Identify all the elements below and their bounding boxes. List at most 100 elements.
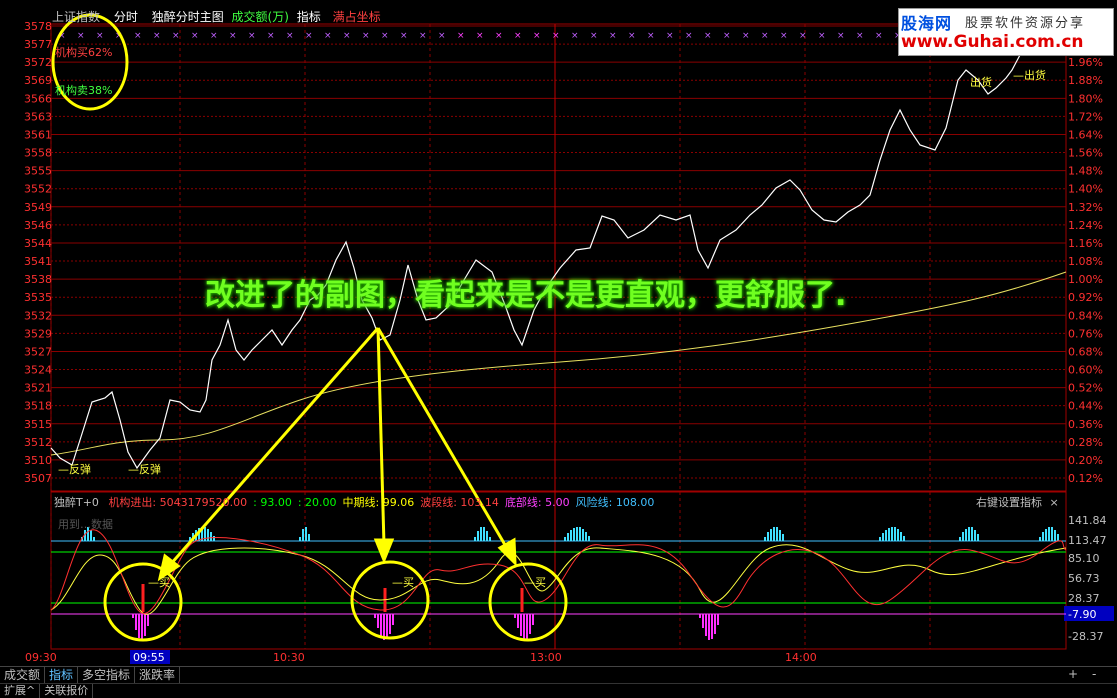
- tab-volume-bottom[interactable]: 成交额: [0, 667, 46, 683]
- x-marker: ×: [476, 31, 484, 41]
- x-marker: ×: [590, 31, 598, 41]
- time-label: 10:30: [273, 651, 305, 664]
- y-tick-right: 0.12%: [1068, 472, 1103, 485]
- y-tick-left: 3558: [24, 147, 52, 160]
- x-marker: ×: [723, 31, 731, 41]
- y-tick-left: 3535: [24, 291, 52, 304]
- y-tick-left: 3552: [24, 183, 52, 196]
- close-indicator-button[interactable]: ×: [1050, 496, 1059, 509]
- y-tick-right: 0.60%: [1068, 364, 1103, 377]
- y-tick-right: 0.84%: [1068, 309, 1103, 322]
- x-marker: ×: [533, 31, 541, 41]
- marker-rebound-1: —反弹: [58, 463, 91, 476]
- y-tick-right: 1.80%: [1068, 92, 1103, 105]
- sub-y-tick: -28.37: [1068, 630, 1103, 643]
- x-marker: ×: [324, 31, 332, 41]
- y-tick-left: 3521: [24, 382, 52, 395]
- x-marker: ×: [875, 31, 883, 41]
- zoom-out-button[interactable]: -: [1092, 667, 1096, 681]
- y-tick-right: 0.68%: [1068, 345, 1103, 358]
- sub-chart-params: 机构进出: 5043179520.00: 93.00: 20.00 中期线: 99…: [108, 496, 660, 509]
- sub-chart-title[interactable]: 独醉T+0: [54, 496, 99, 509]
- sub-chart-settings-hint[interactable]: 右键设置指标 ×: [976, 494, 1059, 510]
- y-tick-right: 0.28%: [1068, 436, 1103, 449]
- y-tick-left: 3578: [24, 20, 52, 33]
- y-tick-left: 3524: [24, 364, 52, 377]
- y-tick-left: 3527: [24, 345, 52, 358]
- tab-timeshare[interactable]: 分时: [114, 10, 138, 24]
- x-marker: ×: [305, 31, 313, 41]
- buy-label-1: —买: [148, 576, 170, 589]
- tab-indicator[interactable]: 指标: [297, 10, 321, 24]
- y-tick-left: 3510: [24, 454, 52, 467]
- x-marker: ×: [818, 31, 826, 41]
- y-tick-right: 0.76%: [1068, 327, 1103, 340]
- x-marker: ×: [210, 31, 218, 41]
- y-tick-left: 3546: [24, 219, 52, 232]
- x-marker: ×: [609, 31, 617, 41]
- x-marker: ×: [495, 31, 503, 41]
- y-tick-right: 1.00%: [1068, 273, 1103, 286]
- y-tick-left: 3555: [24, 165, 52, 178]
- tab-long-short[interactable]: 多空指标: [78, 667, 136, 683]
- related-quotes-button[interactable]: 关联报价: [40, 684, 94, 698]
- x-marker: ×: [742, 31, 750, 41]
- chart-canvas[interactable]: 35782.12%35772.04%35721.96%35691.88%3566…: [0, 0, 1117, 697]
- x-marker: ×: [571, 31, 579, 41]
- y-tick-right: 1.72%: [1068, 110, 1103, 123]
- y-tick-left: 3563: [24, 110, 52, 123]
- y-tick-right: 1.24%: [1068, 219, 1103, 232]
- x-marker: ×: [77, 31, 85, 41]
- guhai-logo: 股海网 股票软件资源分享 www.Guhai.com.cn: [898, 8, 1114, 56]
- time-label: 13:00: [530, 651, 562, 664]
- time-label: 14:00: [785, 651, 817, 664]
- y-tick-left: 3538: [24, 273, 52, 286]
- logo-slogan: 股票软件资源分享: [965, 16, 1086, 31]
- x-marker: ×: [267, 31, 275, 41]
- x-marker: ×: [96, 31, 104, 41]
- tab-main-chart[interactable]: 独醉分时主图: [152, 10, 224, 24]
- y-tick-right: 1.32%: [1068, 201, 1103, 214]
- x-marker: ×: [685, 31, 693, 41]
- sub-param-1: : 93.00: [253, 496, 292, 509]
- y-tick-left: 3569: [24, 74, 52, 87]
- expand-button[interactable]: 扩展^: [0, 684, 41, 698]
- x-marker: ×: [134, 31, 142, 41]
- index-name[interactable]: 上证指数: [52, 10, 100, 24]
- x-marker: ×: [191, 31, 199, 41]
- legend-sell: 机构卖38%: [55, 84, 113, 97]
- sub-y-axis: 141.84113.4785.1056.7328.37-7.90-28.37-7…: [1064, 514, 1114, 643]
- main-grid: [50, 24, 1066, 649]
- x-marker: ×: [419, 31, 427, 41]
- tab-indicator-bottom[interactable]: 指标: [45, 667, 79, 683]
- y-tick-right: 0.20%: [1068, 454, 1103, 467]
- y-tick-left: 3544: [24, 237, 52, 250]
- y-tick-left: 3541: [24, 255, 52, 268]
- sub-param-6: 风险线: 108.00: [575, 496, 655, 509]
- bottom-tab-bar: 成交额 指标 多空指标 涨跌率 + -: [0, 666, 1117, 683]
- time-label: 09:55: [133, 651, 165, 664]
- y-tick-right: 0.36%: [1068, 418, 1103, 431]
- x-marker: ×: [248, 31, 256, 41]
- y-tick-left: 3512: [24, 436, 52, 449]
- logo-url: www.Guhai.com.cn: [901, 32, 1084, 52]
- x-marker: ×: [514, 31, 522, 41]
- x-marker: ×: [647, 31, 655, 41]
- zoom-in-button[interactable]: +: [1068, 667, 1078, 681]
- x-marker: ×: [438, 31, 446, 41]
- x-marker: ×: [400, 31, 408, 41]
- time-label: 09:30: [25, 651, 57, 664]
- x-marker: ×: [381, 31, 389, 41]
- tab-volume[interactable]: 成交额(万): [232, 10, 289, 24]
- tab-full-scale[interactable]: 满占坐标: [333, 10, 381, 24]
- y-tick-right: 1.88%: [1068, 74, 1103, 87]
- sub-y-tick: 141.84: [1068, 514, 1107, 527]
- x-marker: ×: [153, 31, 161, 41]
- x-marker: ×: [837, 31, 845, 41]
- y-tick-right: 1.16%: [1068, 237, 1103, 250]
- tab-change-rate[interactable]: 涨跌率: [135, 667, 181, 683]
- y-tick-right: 1.40%: [1068, 183, 1103, 196]
- sub-param-5: 底部线: 5.00: [504, 496, 570, 509]
- chart-title-bar: 上证指数 分时 独醉分时主图 成交额(万) 指标 满占坐标: [52, 8, 391, 24]
- y-tick-left: 3561: [24, 128, 52, 141]
